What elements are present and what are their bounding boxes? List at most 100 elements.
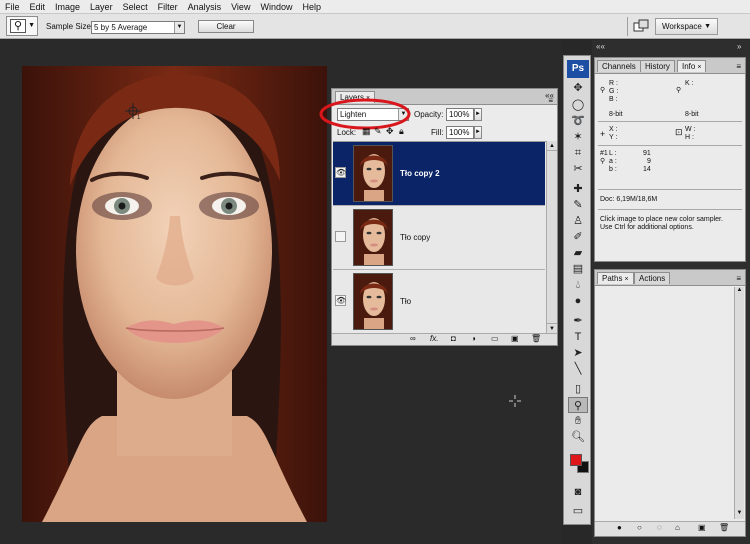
new-group-icon[interactable]: ▭ (491, 334, 499, 343)
new-path-icon[interactable]: ▣ (698, 523, 706, 532)
menu-image[interactable]: Image (50, 0, 85, 14)
quick-mask-icon[interactable]: ◙ (568, 484, 588, 500)
layers-scrollbar[interactable]: ▲ ▼ (546, 141, 557, 333)
lock-all-icon[interactable]: 🔒︎ (399, 126, 404, 137)
divider (598, 209, 742, 210)
fill-slider-arrow[interactable]: ► (474, 126, 482, 139)
tab-history[interactable]: History (640, 60, 675, 72)
layer-row-tlo[interactable]: 👁︎ Tło (333, 270, 545, 333)
crop-tool-icon[interactable]: ⌗ (568, 145, 588, 161)
history-brush-tool-icon[interactable]: ✐ (568, 229, 588, 245)
info-tab-row: Channels History Info × ≡ (595, 58, 745, 74)
clear-button[interactable]: Clear (198, 20, 254, 33)
layers-list: 👁︎ Tło copy 2 Tło copy 👁︎ Tło (333, 141, 546, 333)
notes-tool-icon[interactable]: ▯ (568, 381, 588, 397)
link-layers-icon[interactable]: ∞ (410, 334, 416, 343)
scroll-down-icon[interactable]: ▼ (547, 323, 557, 333)
dodge-tool-icon[interactable]: ● (568, 293, 588, 309)
paths-scrollbar[interactable]: ▲ ▼ (734, 287, 744, 519)
eyedropper-tool-icon[interactable]: ⚲ (568, 397, 588, 413)
eye-icon[interactable]: 👁︎ (335, 167, 346, 178)
workspace-button[interactable]: Workspace ▼ (655, 18, 718, 35)
menu-window[interactable]: Window (255, 0, 297, 14)
pen-tool-icon[interactable]: ✒ (568, 313, 588, 329)
tab-info[interactable]: Info × (677, 60, 707, 72)
panel-menu-icon[interactable]: ≡ (736, 274, 741, 283)
screen-mode-icon[interactable]: ▭ (568, 503, 588, 519)
g-label: G : (609, 88, 619, 95)
fill-path-icon[interactable]: ● (617, 523, 622, 532)
layer-name[interactable]: Tło copy 2 (400, 169, 440, 178)
trash-icon[interactable]: 🗑︎ (531, 334, 541, 343)
layer-row-tlo-copy-2[interactable]: 👁︎ Tło copy 2 (333, 142, 545, 206)
move-tool-icon[interactable]: ✥ (568, 80, 588, 96)
type-tool-icon[interactable]: T (568, 329, 588, 345)
lasso-tool-icon[interactable]: ➰ (568, 113, 588, 129)
eraser-tool-icon[interactable]: ▰ (568, 245, 588, 261)
eye-icon[interactable]: 👁︎ (335, 295, 346, 306)
layers-panel: Layers × «« ≡ Lighten ▼ Opacity: 100% ► L… (319, 88, 558, 346)
document-image[interactable]: 1 (22, 66, 327, 522)
scroll-up-icon[interactable]: ▲ (735, 287, 744, 296)
lock-image-icon[interactable]: ✎ (374, 126, 382, 137)
opacity-input[interactable]: 100% (446, 108, 474, 121)
menu-help[interactable]: Help (297, 0, 326, 14)
trash-icon[interactable]: 🗑︎ (719, 523, 729, 532)
healing-brush-tool-icon[interactable]: ✚ (568, 181, 588, 197)
marquee-tool-icon[interactable]: ◯ (568, 97, 588, 113)
blur-tool-icon[interactable]: 💧︎ (568, 277, 588, 293)
slice-tool-icon[interactable]: ✂ (568, 161, 588, 177)
selection-to-path-icon[interactable]: ⌂ (675, 523, 680, 532)
opacity-slider-arrow[interactable]: ► (474, 108, 482, 121)
lab-l-label: L : (609, 150, 617, 157)
close-icon[interactable]: × (697, 64, 701, 71)
close-icon[interactable]: × (624, 276, 628, 283)
stamp-tool-icon[interactable]: ♙ (568, 213, 588, 229)
menu-filter[interactable]: Filter (153, 0, 183, 14)
foreground-color-swatch[interactable] (570, 454, 582, 466)
visibility-toggle-empty[interactable] (335, 231, 346, 242)
tab-actions[interactable]: Actions (634, 272, 671, 284)
menu-select[interactable]: Select (118, 0, 153, 14)
adjustment-layer-icon[interactable]: ◑ (471, 334, 476, 343)
menu-analysis[interactable]: Analysis (183, 0, 227, 14)
gradient-tool-icon[interactable]: ▤ (568, 261, 588, 277)
toolbox: Ps ✥ ◯ ➰ ✶ ⌗ ✂ ✚ ✎ ♙ ✐ ▰ ▤ 💧︎ ● ✒ T ➤ ╲ … (563, 55, 591, 525)
zoom-tool-icon[interactable]: 🔍︎ (568, 429, 588, 445)
magic-wand-tool-icon[interactable]: ✶ (568, 129, 588, 145)
new-layer-icon[interactable]: ▣ (511, 334, 519, 343)
menu-file[interactable]: File (0, 0, 25, 14)
collapse-icon[interactable]: » (737, 42, 741, 51)
bridge-icon[interactable] (633, 19, 649, 33)
lab-a-value: 9 (647, 158, 651, 165)
layer-row-tlo-copy[interactable]: Tło copy (333, 206, 545, 270)
fx-icon[interactable]: fx. (430, 334, 438, 343)
sample-size-select[interactable]: 5 by 5 Average ▼ (91, 21, 185, 34)
layer-name[interactable]: Tło copy (400, 233, 430, 242)
layer-thumbnail (353, 209, 393, 266)
scroll-up-icon[interactable]: ▲ (547, 141, 557, 151)
path-to-selection-icon[interactable]: ◌ (657, 523, 662, 532)
lock-position-icon[interactable]: ✥ (386, 126, 394, 137)
add-mask-icon[interactable]: ◘ (451, 334, 456, 343)
menu-edit[interactable]: Edit (25, 0, 51, 14)
scroll-down-icon[interactable]: ▼ (735, 510, 744, 519)
lock-transparent-icon[interactable]: ▦ (362, 126, 371, 137)
path-selection-tool-icon[interactable]: ➤ (568, 345, 588, 361)
expand-icon[interactable]: «« (596, 42, 605, 51)
color-swatches[interactable] (568, 449, 590, 479)
line-tool-icon[interactable]: ╲ (568, 361, 588, 377)
menu-layer[interactable]: Layer (85, 0, 118, 14)
panel-menu-icon[interactable]: ≡ (548, 96, 553, 105)
h-label: H : (685, 134, 694, 141)
tab-paths[interactable]: Paths × (597, 272, 634, 284)
brush-tool-icon[interactable]: ✎ (568, 197, 588, 213)
hand-tool-icon[interactable]: ✋︎ (568, 413, 588, 429)
layer-name[interactable]: Tło (400, 297, 411, 306)
menu-view[interactable]: View (226, 0, 255, 14)
panel-menu-icon[interactable]: ≡ (736, 62, 741, 71)
tab-channels[interactable]: Channels (597, 60, 641, 72)
stroke-path-icon[interactable]: ○ (637, 523, 642, 532)
fill-input[interactable]: 100% (446, 126, 474, 139)
tool-preset-picker[interactable]: ⚲ ▼ (6, 16, 38, 36)
